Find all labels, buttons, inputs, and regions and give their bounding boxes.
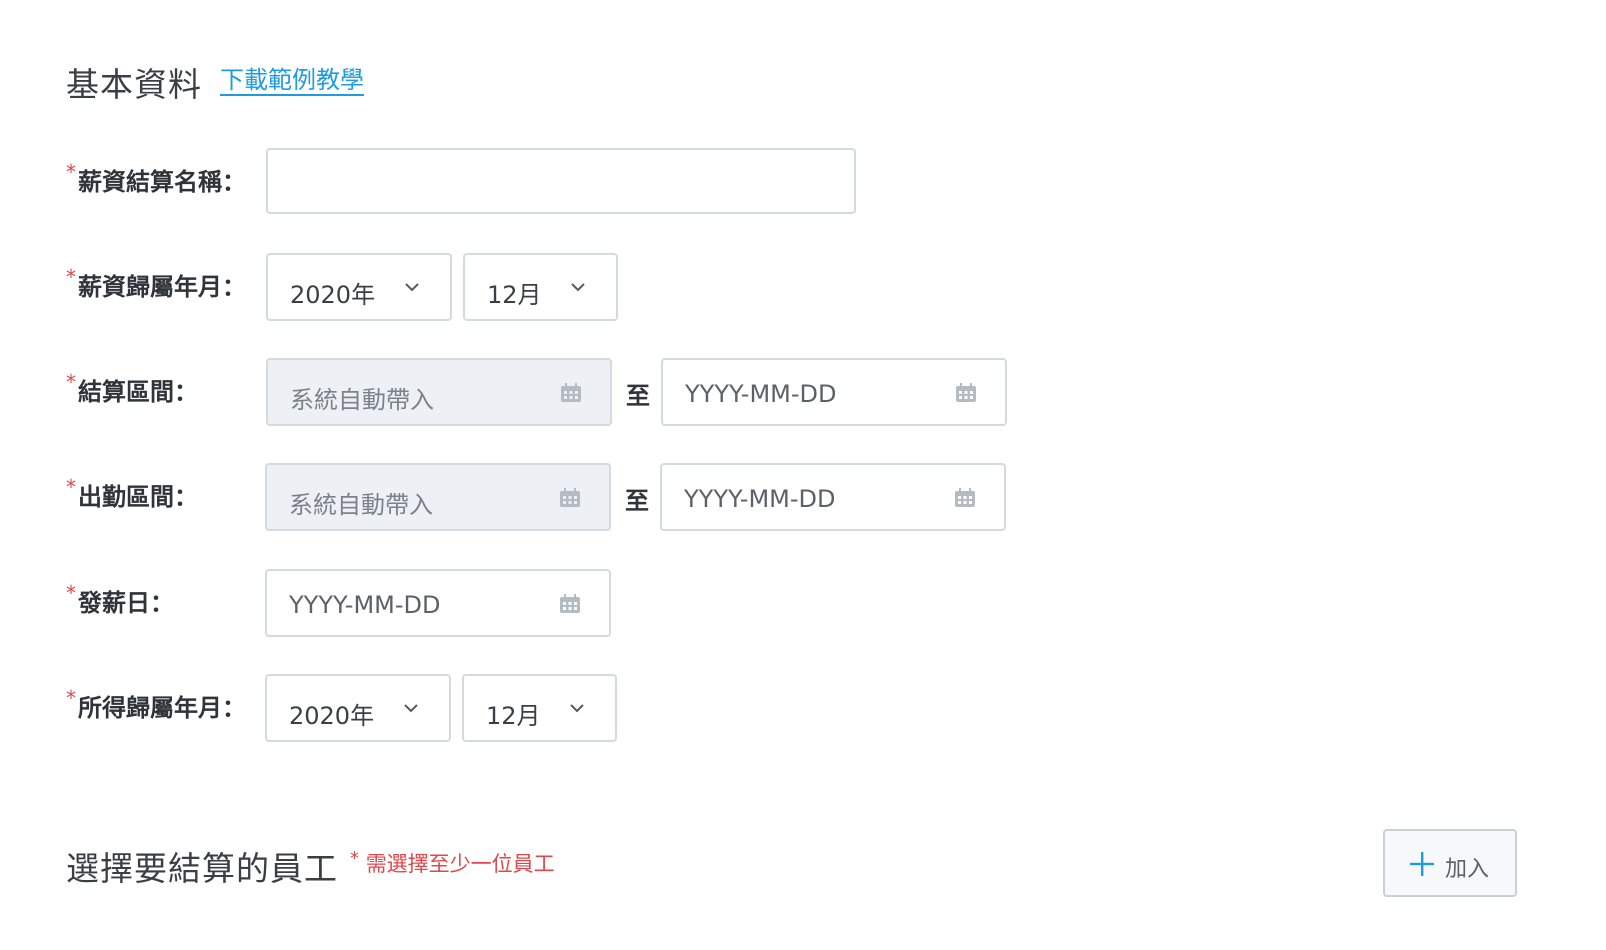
attendance-end-date-picker[interactable]: YYYY-MM-DD [660, 463, 1006, 531]
calendar-icon [560, 594, 580, 613]
salary-year-value: 2020年 [290, 281, 376, 309]
calendar-icon [560, 488, 580, 507]
salary-month-label-text: 薪資歸屬年月： [78, 273, 246, 301]
calendar-icon [955, 488, 975, 507]
salary-name-row: *薪資結算名稱： [0, 148, 1606, 216]
settlement-range-label-text: 結算區間： [78, 378, 198, 406]
range-separator: 至 [626, 382, 650, 410]
salary-name-label-text: 薪資結算名稱： [78, 168, 246, 196]
income-month-label-text: 所得歸屬年月： [78, 694, 246, 722]
settlement-end-text: YYYY-MM-DD [685, 380, 837, 408]
settlement-start-date: 系統自動帶入 [266, 358, 612, 426]
required-mark: * [66, 686, 76, 710]
salary-name-input[interactable] [266, 148, 856, 214]
attendance-range-label-text: 出勤區間： [78, 483, 198, 511]
payroll-form-page: 基本資料 下載範例教學 *薪資結算名稱： *薪資歸屬年月： 2020年 12月 … [0, 0, 1606, 950]
chevron-down-icon [405, 283, 419, 292]
pay-day-label-text: 發薪日： [78, 589, 174, 617]
chevron-down-icon [404, 704, 418, 713]
settlement-range-label: *結算區間： [66, 370, 198, 407]
attendance-range-row: *出勤區間： 系統自動帶入 至 YYYY-MM-DD [0, 463, 1606, 531]
attendance-start-date: 系統自動帶入 [265, 463, 611, 531]
chevron-down-icon [571, 283, 585, 292]
chevron-down-icon [570, 704, 584, 713]
pay-day-label: *發薪日： [66, 581, 174, 618]
income-month-select[interactable]: 12月 [462, 674, 617, 742]
calendar-icon [956, 383, 976, 402]
salary-month-label: *薪資歸屬年月： [66, 265, 246, 302]
basic-info-title: 基本資料 [66, 65, 202, 104]
salary-month-value: 12月 [487, 281, 542, 309]
settlement-end-date-picker[interactable]: YYYY-MM-DD [661, 358, 1007, 426]
salary-month-select[interactable]: 12月 [463, 253, 618, 321]
employee-note-text: 需選擇至少一位員工 [365, 852, 555, 876]
attendance-range-label: *出勤區間： [66, 475, 198, 512]
salary-year-select[interactable]: 2020年 [266, 253, 452, 321]
range-separator: 至 [625, 487, 649, 515]
attendance-end-text: YYYY-MM-DD [684, 485, 836, 513]
salary-month-row: *薪資歸屬年月： 2020年 12月 [0, 253, 1606, 321]
pay-day-text: YYYY-MM-DD [289, 591, 441, 619]
add-employee-button[interactable]: 加入 [1383, 829, 1517, 897]
income-month-row: *所得歸屬年月： 2020年 12月 [0, 674, 1606, 742]
income-year-select[interactable]: 2020年 [265, 674, 451, 742]
settlement-range-row: *結算區間： 系統自動帶入 至 YYYY-MM-DD [0, 358, 1606, 426]
required-mark: * [66, 370, 76, 394]
salary-name-label: *薪資結算名稱： [66, 160, 246, 197]
income-year-value: 2020年 [289, 702, 375, 730]
plus-icon [1410, 852, 1434, 876]
pay-day-row: *發薪日： YYYY-MM-DD [0, 569, 1606, 637]
employee-required-note: * 需選擇至少一位員工 [350, 848, 555, 878]
download-tutorial-link[interactable]: 下載範例教學 [220, 60, 364, 95]
employee-section-title: 選擇要結算的員工 [66, 849, 338, 888]
income-month-label: *所得歸屬年月： [66, 686, 246, 723]
required-mark: * [350, 848, 359, 869]
required-mark: * [66, 160, 76, 184]
required-mark: * [66, 475, 76, 499]
pay-day-date-picker[interactable]: YYYY-MM-DD [265, 569, 611, 637]
required-mark: * [66, 581, 76, 605]
calendar-icon [561, 383, 581, 402]
required-mark: * [66, 265, 76, 289]
income-month-value: 12月 [486, 702, 541, 730]
add-button-label: 加入 [1445, 857, 1490, 882]
settlement-start-text: 系統自動帶入 [290, 386, 434, 414]
attendance-start-text: 系統自動帶入 [289, 491, 433, 519]
